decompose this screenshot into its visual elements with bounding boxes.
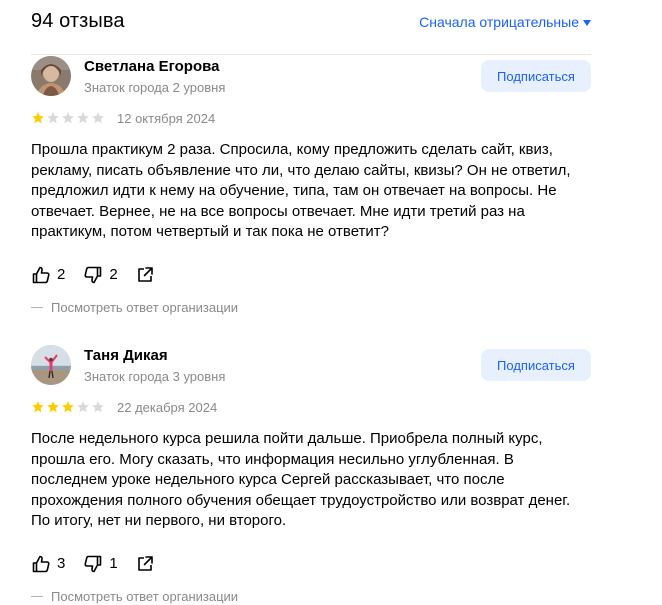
thumb-down-icon — [84, 266, 102, 283]
sort-dropdown[interactable]: Сначала отрицательные — [419, 14, 591, 30]
review-card: Светлана Егорова Знаток города 2 уровня … — [31, 56, 591, 315]
star-empty-icon — [77, 112, 89, 124]
share-button[interactable] — [136, 555, 154, 573]
org-answer-label: Посмотреть ответ организации — [51, 588, 239, 604]
star-empty-icon — [77, 401, 89, 413]
avatar-image — [31, 56, 71, 96]
actions-row: 2 2 — [31, 264, 591, 286]
thumb-up-icon — [32, 555, 50, 572]
thumb-up-icon — [32, 266, 50, 283]
avatar[interactable] — [31, 56, 71, 96]
rating-row: 22 декабря 2024 — [31, 399, 591, 415]
star-empty-icon — [92, 401, 104, 413]
actions-row: 3 1 — [31, 553, 591, 575]
reviews-header: 94 отзыва Сначала отрицательные — [31, 8, 591, 38]
share-icon — [137, 555, 153, 571]
org-answer-label: Посмотреть ответ организации — [51, 299, 239, 315]
star-empty-icon — [47, 112, 59, 124]
author-row: Таня Дикая Знаток города 3 уровня Подпис… — [31, 345, 591, 387]
avatar-image — [31, 345, 71, 385]
author-level: Знаток города 2 уровня — [84, 80, 226, 95]
star-empty-icon — [92, 112, 104, 124]
divider — [31, 54, 591, 55]
reviews-count: 94 отзыва — [31, 10, 125, 32]
subscribe-button[interactable]: Подписаться — [481, 349, 591, 381]
review-date: 12 октября 2024 — [117, 110, 216, 126]
avatar[interactable] — [31, 345, 71, 385]
star-empty-icon — [62, 112, 74, 124]
sort-label: Сначала отрицательные — [419, 14, 579, 30]
author-row: Светлана Егорова Знаток города 2 уровня … — [31, 56, 591, 98]
star-rating — [31, 400, 105, 414]
thumb-down-icon — [84, 555, 102, 572]
share-icon — [137, 266, 153, 282]
reviews-page: 94 отзыва Сначала отрицательные Светлана… — [0, 0, 662, 605]
like-button[interactable]: 3 — [31, 554, 65, 574]
star-filled-icon — [47, 401, 59, 413]
like-button[interactable]: 2 — [31, 265, 65, 285]
dash-icon — [31, 306, 43, 308]
review-text: После недельного курса решила пойти даль… — [31, 430, 571, 529]
review-card: Таня Дикая Знаток города 3 уровня Подпис… — [31, 345, 591, 604]
star-filled-icon — [62, 401, 74, 413]
review-text: Прошла практикум 2 раза. Спросила, кому … — [31, 141, 571, 240]
share-button[interactable] — [136, 266, 154, 284]
dislike-button[interactable]: 2 — [83, 265, 118, 285]
dislike-count: 2 — [109, 266, 118, 283]
dash-icon — [31, 595, 43, 597]
like-count: 3 — [57, 555, 66, 572]
rating-row: 12 октября 2024 — [31, 110, 591, 126]
star-filled-icon — [32, 112, 44, 124]
caret-down-icon — [583, 20, 591, 26]
review-date: 22 декабря 2024 — [117, 399, 218, 415]
author-level: Знаток города 3 уровня — [84, 369, 226, 384]
author-name[interactable]: Светлана Егорова — [84, 58, 220, 75]
org-answer-link[interactable]: Посмотреть ответ организации — [31, 300, 591, 315]
star-filled-icon — [32, 401, 44, 413]
star-rating — [31, 111, 105, 125]
subscribe-button[interactable]: Подписаться — [481, 60, 591, 92]
dislike-button[interactable]: 1 — [83, 554, 118, 574]
org-answer-link[interactable]: Посмотреть ответ организации — [31, 589, 591, 604]
dislike-count: 1 — [109, 555, 118, 572]
author-name[interactable]: Таня Дикая — [84, 347, 168, 364]
like-count: 2 — [57, 266, 66, 283]
